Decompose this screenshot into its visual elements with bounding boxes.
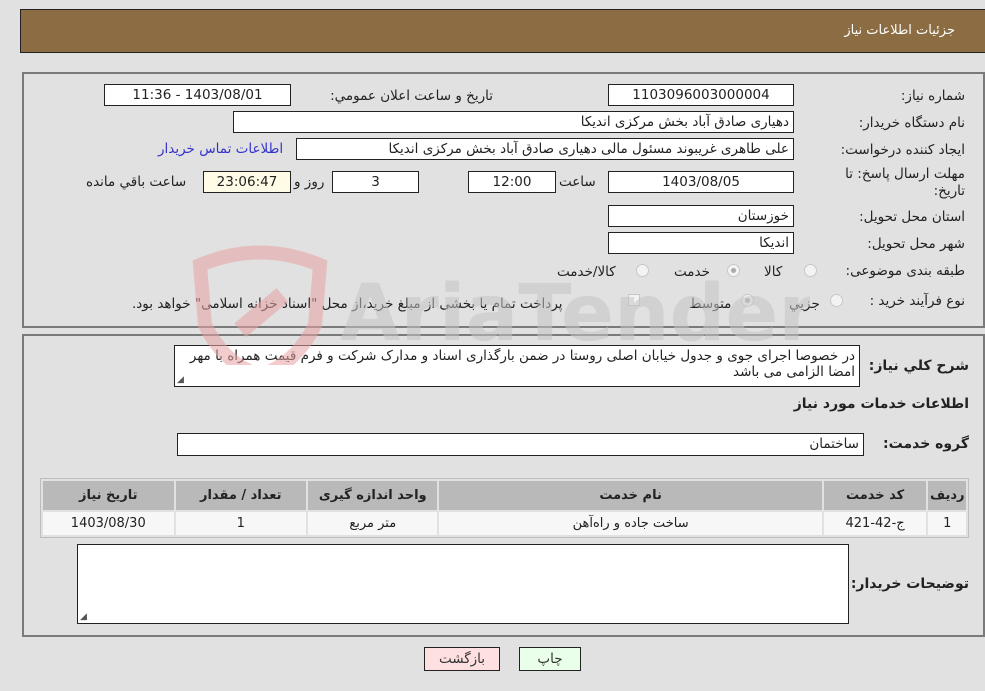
need-number-field[interactable]: 1103096003000004 <box>608 84 794 106</box>
page-header: جزئیات اطلاعات نیاز <box>20 9 985 53</box>
cell-need-date: 1403/08/30 <box>43 512 174 535</box>
table-row: 1 ج-42-421 ساخت جاده و راه‌آهن متر مربع … <box>43 512 966 535</box>
category-option-service: خدمت <box>674 264 710 280</box>
print-button[interactable]: چاپ <box>519 647 581 671</box>
col-header-row-number: ردیف <box>928 481 966 510</box>
requester-label: ایجاد کننده درخواست: <box>840 142 965 158</box>
purchase-type-label: نوع فرآیند خرید : <box>869 293 965 309</box>
category-option-goods: کالا <box>764 264 783 280</box>
buyer-notes-textarea[interactable]: ◢ <box>77 544 849 624</box>
description-textarea[interactable]: در خصوصا اجرای جوی و جدول خیابان اصلی رو… <box>174 345 860 387</box>
purchase-radio-minor[interactable] <box>830 294 843 307</box>
province-label: استان محل تحویل: <box>859 209 965 225</box>
resize-grip-icon[interactable]: ◢ <box>80 613 87 622</box>
col-header-need-date: تاریخ نیاز <box>43 481 174 510</box>
cell-service-name: ساخت جاده و راه‌آهن <box>439 512 822 535</box>
cell-unit: متر مربع <box>308 512 438 535</box>
category-radio-service[interactable] <box>727 264 740 277</box>
category-option-goods-service: کالا/خدمت <box>557 264 616 280</box>
buyer-notes-label: توضیحات خریدار: <box>850 576 969 592</box>
requester-field[interactable]: علی طاهری غریبوند مسئول مالی دهیاری صادق… <box>296 138 794 160</box>
services-table: ردیف کد خدمت نام خدمت واحد اندازه گیری ت… <box>40 478 969 538</box>
back-button[interactable]: بازگشت <box>424 647 500 671</box>
deadline-label-line2: تاریخ: <box>933 183 965 199</box>
category-radio-goods-service[interactable] <box>636 264 649 277</box>
deadline-date-field[interactable]: 1403/08/05 <box>608 171 794 193</box>
province-field[interactable]: خوزستان <box>608 205 794 227</box>
remaining-label: ساعت باقي مانده <box>86 174 187 190</box>
cell-row-number: 1 <box>928 512 966 535</box>
days-label: روز و <box>294 174 325 190</box>
deadline-time-field[interactable]: 12:00 <box>468 171 556 193</box>
buyer-org-label: نام دستگاه خریدار: <box>858 115 965 131</box>
col-header-service-name: نام خدمت <box>439 481 822 510</box>
purchase-option-minor: جزيي <box>789 296 820 312</box>
description-label: شرح کلي نیاز: <box>868 358 969 374</box>
deadline-label-line1: مهلت ارسال پاسخ: تا <box>845 166 965 182</box>
remaining-days-field[interactable]: 3 <box>332 171 419 193</box>
purchase-option-medium: متوسط <box>689 296 732 312</box>
buyer-contact-link[interactable]: اطلاعات تماس خریدار <box>158 141 283 157</box>
need-details-panel: شماره نیاز: 1103096003000004 تاریخ و ساع… <box>22 72 985 328</box>
treasury-checkbox[interactable] <box>628 294 640 306</box>
deadline-time-label: ساعت <box>559 174 596 190</box>
city-label: شهر محل تحویل: <box>867 236 965 252</box>
announce-datetime-label: تاریخ و ساعت اعلان عمومي: <box>330 88 493 104</box>
announce-datetime-field[interactable]: 1403/08/01 - 11:36 <box>104 84 291 106</box>
resize-grip-icon[interactable]: ◢ <box>177 376 184 385</box>
col-header-service-code: کد خدمت <box>823 481 927 510</box>
col-header-quantity: تعداد / مقدار <box>175 481 307 510</box>
purchase-radio-medium[interactable] <box>741 294 754 307</box>
treasury-note: پرداخت تمام یا بخشی از مبلغ خرید،از محل … <box>132 296 563 312</box>
category-label: طبقه بندی موضوعی: <box>845 263 965 279</box>
services-panel: شرح کلي نیاز: در خصوصا اجرای جوی و جدول … <box>22 334 985 637</box>
service-group-field[interactable]: ساختمان <box>177 433 864 456</box>
cell-service-code: ج-42-421 <box>823 512 927 535</box>
description-text: در خصوصا اجرای جوی و جدول خیابان اصلی رو… <box>189 348 855 380</box>
table-header-row: ردیف کد خدمت نام خدمت واحد اندازه گیری ت… <box>43 481 966 510</box>
services-section-title: اطلاعات خدمات مورد نیاز <box>793 396 969 412</box>
col-header-unit: واحد اندازه گیری <box>308 481 438 510</box>
cell-quantity: 1 <box>175 512 307 535</box>
service-group-label: گروه خدمت: <box>883 436 969 452</box>
remaining-time-field: 23:06:47 <box>203 171 291 193</box>
city-field[interactable]: اندیکا <box>608 232 794 254</box>
buyer-org-field[interactable]: دهیاری صادق آباد بخش مرکزی اندیکا <box>233 111 794 133</box>
category-radio-goods[interactable] <box>804 264 817 277</box>
page-title: جزئیات اطلاعات نیاز <box>844 23 955 38</box>
need-number-label: شماره نیاز: <box>900 88 965 104</box>
